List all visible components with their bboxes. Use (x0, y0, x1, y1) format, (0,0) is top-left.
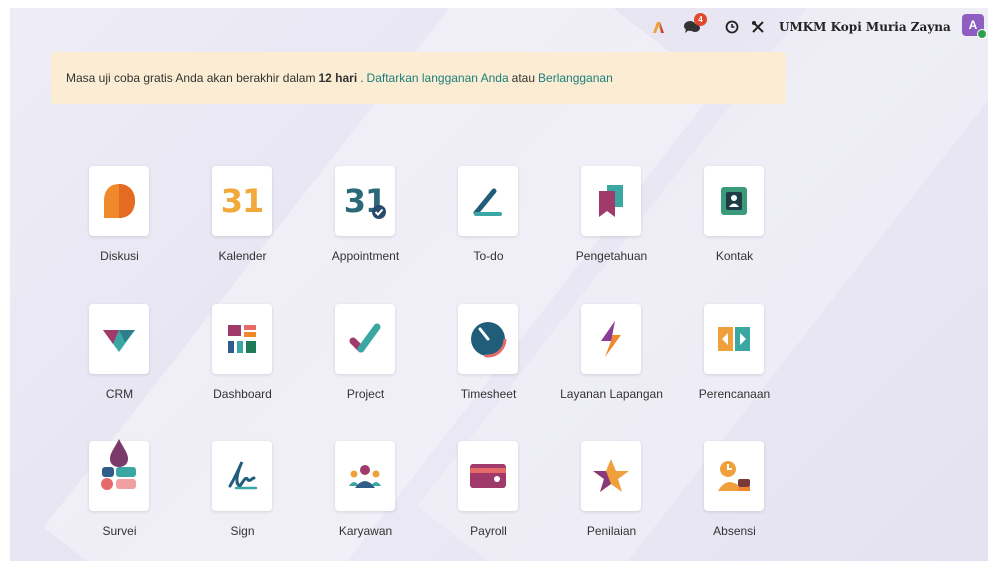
app-dashboard[interactable]: Dashboard (181, 304, 304, 414)
online-status-dot (977, 29, 987, 39)
appraisal-icon (581, 441, 641, 511)
trial-dot: . (360, 71, 364, 85)
app-label: Karyawan (338, 524, 393, 538)
attendance-icon (704, 441, 764, 511)
company-switcher[interactable]: UMKM Kopi Muria Zayna (779, 20, 951, 34)
app-project[interactable]: Project (304, 304, 427, 414)
app-label: Sign (230, 524, 255, 538)
app-attendance[interactable]: Absensi (673, 441, 796, 551)
top-bar: 4 UMKM Kopi Muria Zayna A (10, 8, 988, 48)
app-payroll[interactable]: Payroll (427, 441, 550, 551)
timesheet-icon (458, 304, 518, 374)
user-avatar[interactable]: A (962, 14, 987, 39)
app-timesheet[interactable]: Timesheet (427, 304, 550, 414)
app-planning[interactable]: Perencanaan (673, 304, 796, 414)
app-appointment[interactable]: 31 Appointment (304, 166, 427, 276)
app-label: Layanan Lapangan (560, 387, 663, 401)
planning-icon (704, 304, 764, 374)
knowledge-icon (581, 166, 641, 236)
subscribe-link[interactable]: Berlangganan (538, 71, 613, 85)
dashboard-icon (212, 304, 272, 374)
field-service-icon (581, 304, 641, 374)
app-appraisal[interactable]: Penilaian (550, 441, 673, 551)
trial-banner: Masa uji coba gratis Anda akan berakhir … (51, 52, 786, 104)
calendar-icon-number: 31 (220, 182, 265, 220)
trial-days: 12 hari (318, 71, 358, 85)
app-label: Penilaian (586, 524, 637, 538)
tools-icon[interactable] (749, 18, 767, 36)
app-screen: 4 UMKM Kopi Muria Zayna A Masa uji coba … (10, 8, 988, 561)
discuss-icon (89, 166, 149, 236)
app-field-service[interactable]: Layanan Lapangan (550, 304, 673, 414)
app-sign[interactable]: Sign (181, 441, 304, 551)
register-subscription-link[interactable]: Daftarkan langganan Anda (367, 71, 509, 85)
app-label: Dashboard (213, 387, 272, 401)
message-count-badge: 4 (694, 13, 707, 26)
app-survey[interactable]: Survei (58, 439, 181, 551)
app-label: Absensi (713, 524, 756, 538)
app-contacts[interactable]: Kontak (673, 166, 796, 276)
app-label: Kontak (715, 249, 754, 263)
app-label: Project (346, 387, 385, 401)
sign-icon (212, 441, 272, 511)
app-label: Diskusi (100, 249, 139, 263)
payroll-icon (458, 441, 518, 511)
app-label: Survei (102, 524, 137, 538)
app-label: Perencanaan (698, 387, 771, 401)
todo-icon (458, 166, 518, 236)
app-discuss[interactable]: Diskusi (58, 166, 181, 276)
crm-icon (89, 304, 149, 374)
clock-icon[interactable] (723, 18, 741, 36)
app-label: Appointment (331, 249, 400, 263)
app-label: To-do (473, 249, 504, 263)
app-label: Payroll (470, 524, 507, 538)
project-icon (335, 304, 395, 374)
trial-or-text: atau (511, 71, 536, 85)
contacts-icon (704, 166, 764, 236)
app-label: Pengetahuan (575, 249, 648, 263)
app-todo[interactable]: To-do (427, 166, 550, 276)
app-crm[interactable]: CRM (58, 304, 181, 414)
appointment-icon: 31 (335, 166, 395, 236)
app-knowledge[interactable]: Pengetahuan (550, 166, 673, 276)
avatar-initial: A (968, 18, 978, 32)
survey-icon (89, 439, 149, 511)
calendar-icon: 31 (212, 166, 272, 236)
app-label: Timesheet (460, 387, 517, 401)
app-employees[interactable]: Karyawan (304, 441, 427, 551)
app-label: CRM (105, 387, 134, 401)
activity-icon[interactable] (650, 18, 668, 36)
messages-button[interactable]: 4 (683, 13, 707, 36)
trial-text: Masa uji coba gratis Anda akan berakhir … (66, 71, 316, 85)
employees-icon (335, 441, 395, 511)
app-calendar[interactable]: 31 Kalender (181, 166, 304, 276)
app-label: Kalender (218, 249, 267, 263)
